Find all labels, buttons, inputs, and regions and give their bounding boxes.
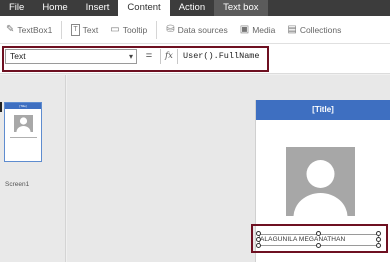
resize-handle[interactable] <box>376 237 381 242</box>
database-icon: ⛁ <box>166 23 175 35</box>
property-dropdown[interactable]: Text ▾ <box>5 49 137 64</box>
media-label: Media <box>252 24 276 35</box>
thumbnail-person-icon <box>14 115 33 132</box>
tab-action[interactable]: Action <box>170 0 214 16</box>
control-name-button[interactable]: ✎ TextBox1 <box>0 23 58 35</box>
menu-bar: File Home Insert Content Action Text box <box>0 0 390 16</box>
resize-handle[interactable] <box>256 243 261 248</box>
resize-handle[interactable] <box>316 231 321 236</box>
screens-panel: [Title] Screen1 <box>0 75 66 262</box>
formula-input[interactable]: User().FullName <box>183 49 260 64</box>
data-sources-button[interactable]: ⛁ Data sources <box>160 23 233 35</box>
collections-button[interactable]: ▤ Collections <box>281 23 347 35</box>
resize-handle[interactable] <box>256 237 261 242</box>
ribbon: ✎ TextBox1 T Text ▭ Tooltip ⛁ Data sourc… <box>0 16 390 44</box>
ribbon-divider <box>61 20 63 39</box>
thumbnail-text-line <box>10 137 37 138</box>
text-label: Text <box>82 24 99 35</box>
equals-sign: = <box>145 50 153 62</box>
resize-handle[interactable] <box>256 231 261 236</box>
tab-text-box[interactable]: Text box <box>214 0 268 16</box>
screen-title: [Title] <box>256 100 390 120</box>
property-value: Text <box>10 51 26 61</box>
function-icon: fx <box>165 51 173 61</box>
name-value: ALAGUNILA MEGANATHAN <box>260 236 346 243</box>
formula-bar: Text ▾ = fx User().FullName <box>0 44 390 74</box>
tab-home[interactable]: Home <box>33 0 76 16</box>
tab-insert[interactable]: Insert <box>77 0 119 16</box>
edit-icon: ✎ <box>6 23 15 35</box>
resize-handle[interactable] <box>376 243 381 248</box>
media-button[interactable]: ▣ Media <box>234 23 282 35</box>
resize-handle[interactable] <box>316 243 321 248</box>
tooltip-icon: ▭ <box>110 23 120 35</box>
data-sources-label: Data sources <box>177 24 228 35</box>
control-name-label: TextBox1 <box>17 24 53 35</box>
selected-marker <box>0 102 2 112</box>
screen-label: Screen1 <box>5 181 30 188</box>
text-icon: T <box>71 23 80 36</box>
thumbnail-header: [Title] <box>5 103 41 109</box>
collections-label: Collections <box>299 24 342 35</box>
fx-button[interactable]: fx <box>160 49 178 64</box>
ribbon-divider <box>156 20 158 39</box>
text-button[interactable]: T Text <box>65 23 104 36</box>
tooltip-button[interactable]: ▭ Tooltip <box>104 23 153 35</box>
tooltip-label: Tooltip <box>122 24 148 35</box>
resize-handle[interactable] <box>376 231 381 236</box>
chevron-down-icon: ▾ <box>128 52 133 61</box>
tab-content[interactable]: Content <box>118 0 170 16</box>
person-icon[interactable] <box>286 147 355 216</box>
screen-thumbnail[interactable]: [Title] <box>4 102 42 162</box>
media-icon: ▣ <box>239 23 250 35</box>
tab-file[interactable]: File <box>0 0 33 16</box>
collections-icon: ▤ <box>287 23 297 35</box>
